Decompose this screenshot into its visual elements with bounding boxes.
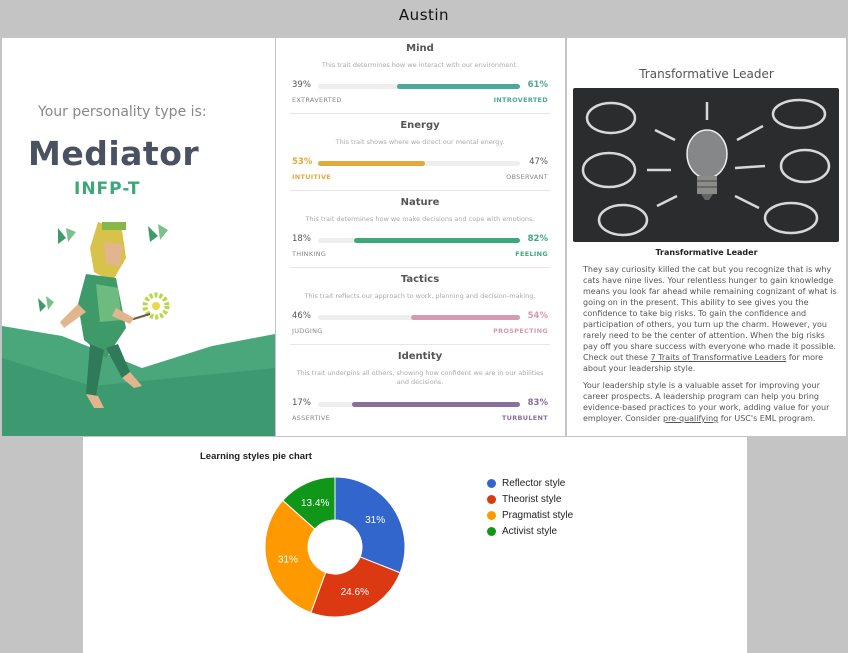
trait-name: Identity xyxy=(397,351,443,362)
traits-article-link[interactable]: 7 Traits of Transformative Leaders xyxy=(651,353,787,362)
page-title: Austin xyxy=(398,6,450,24)
slice-label: 24.6% xyxy=(341,587,369,598)
legend-swatch xyxy=(487,526,496,536)
legend-item[interactable]: Theorist style xyxy=(487,491,573,507)
article-title: Transformative Leader xyxy=(639,67,774,81)
trait-bar-fill xyxy=(318,161,426,166)
trait-left-percent: 17% xyxy=(292,398,311,408)
article-paragraph: They say curiosity killed the cat but yo… xyxy=(583,264,839,374)
trait-divider xyxy=(290,113,550,114)
trait-left-percent: 53% xyxy=(292,157,313,167)
learning-styles-chart: Learning styles pie chart 31% 24.6% 31% 13.… xyxy=(83,437,747,653)
trait-left-percent: 39% xyxy=(292,80,311,90)
legend-swatch xyxy=(487,478,496,488)
trait-divider xyxy=(290,267,550,268)
personality-type: Mediator xyxy=(28,134,200,173)
trait-bar-track xyxy=(318,315,520,320)
trait-name: Mind xyxy=(406,43,434,54)
paragraph-text: They say curiosity killed the cat but yo… xyxy=(583,265,837,362)
legend-label: Reflector style xyxy=(502,477,566,489)
trait-left-label: ASSERTIVE xyxy=(292,414,330,422)
personality-lead: Your personality type is: xyxy=(38,104,207,120)
trait-description: This trait underpins all others, showing… xyxy=(296,369,544,386)
trait-right-label: INTROVERTED xyxy=(493,96,548,104)
trait-identity: Identity This trait underpins all others… xyxy=(290,351,550,424)
trait-left-label: THINKING xyxy=(292,250,327,258)
slice-label: 13.4% xyxy=(301,498,329,509)
trait-mind: Mind This trait determines how we intera… xyxy=(290,43,550,114)
trait-left-label: INTUITIVE xyxy=(292,173,332,181)
legend-label: Activist style xyxy=(502,525,558,537)
trait-right-percent: 61% xyxy=(527,80,548,90)
trait-left-percent: 46% xyxy=(292,311,311,321)
lightbulb-image xyxy=(573,88,839,242)
trait-bar-track xyxy=(318,161,520,166)
trait-left-label: JUDGING xyxy=(292,327,323,335)
trait-bar-fill xyxy=(396,84,520,89)
article-paragraph: Your leadership style is a valuable asse… xyxy=(583,380,839,424)
trait-nature: Nature This trait determines how we make… xyxy=(290,197,550,268)
slice-label: 31% xyxy=(278,554,298,565)
trait-description: This trait shows where we direct our men… xyxy=(335,138,505,146)
legend-item[interactable]: Pragmatist style xyxy=(487,507,573,523)
trait-name: Tactics xyxy=(400,274,440,285)
legend-swatch xyxy=(487,494,496,504)
legend-swatch xyxy=(487,510,496,520)
chart-legend: Reflector style Theorist style Pragmatist … xyxy=(487,475,573,539)
trait-name: Nature xyxy=(400,197,440,208)
trait-right-percent: 47% xyxy=(529,157,548,167)
trait-left-label: EXTRAVERTED xyxy=(292,96,342,104)
trait-divider xyxy=(290,344,550,345)
trait-right-label: TURBULENT xyxy=(501,414,548,422)
trait-left-percent: 18% xyxy=(292,234,311,244)
trait-tactics: Tactics This trait reflects our approach… xyxy=(290,274,550,345)
article-body: They say curiosity killed the cat but yo… xyxy=(583,264,839,430)
legend-item[interactable]: Reflector style xyxy=(487,475,573,491)
trait-description: This trait determines how we make decisi… xyxy=(305,215,535,223)
legend-item[interactable]: Activist style xyxy=(487,523,573,539)
trait-right-percent: 82% xyxy=(527,234,548,244)
slice-label: 31% xyxy=(365,515,385,526)
legend-label: Pragmatist style xyxy=(502,509,574,521)
trait-bar-fill xyxy=(352,402,520,407)
traits-panel: Mind This trait determines how we intera… xyxy=(276,38,565,436)
mediator-illustration xyxy=(2,222,275,436)
pre-qualifying-link[interactable]: pre-qualifying xyxy=(663,414,718,423)
trait-description: This trait reflects our approach to work… xyxy=(304,292,536,300)
trait-bar-track xyxy=(318,238,520,243)
trait-right-percent: 83% xyxy=(527,398,548,408)
trait-right-percent: 54% xyxy=(527,311,548,321)
paragraph-text: for USC's EML program. xyxy=(718,414,816,423)
trait-description: This trait determines how we interact wi… xyxy=(321,61,519,69)
trait-right-label: FEELING xyxy=(515,250,548,258)
trait-divider xyxy=(290,190,550,191)
trait-right-label: PROSPECTING xyxy=(493,327,548,335)
trait-name: Energy xyxy=(400,120,440,131)
trait-bar-track xyxy=(318,84,520,89)
personality-code: INFP-T xyxy=(74,179,141,199)
trait-energy: Energy This trait shows where we direct … xyxy=(290,120,550,191)
legend-label: Theorist style xyxy=(502,493,562,505)
pie-chart-canvas: 31% 24.6% 31% 13.4% xyxy=(264,476,406,618)
trait-bar-track xyxy=(318,402,520,407)
trait-bar-fill xyxy=(410,315,520,320)
leadership-panel: Transformative Leader Transformative Lea… xyxy=(567,38,846,436)
personality-panel: Your personality type is: Mediator INFP-… xyxy=(2,38,275,436)
trait-bar-fill xyxy=(354,238,520,243)
image-caption: Transformative Leader xyxy=(655,248,758,257)
trait-right-label: OBSERVANT xyxy=(506,173,548,181)
